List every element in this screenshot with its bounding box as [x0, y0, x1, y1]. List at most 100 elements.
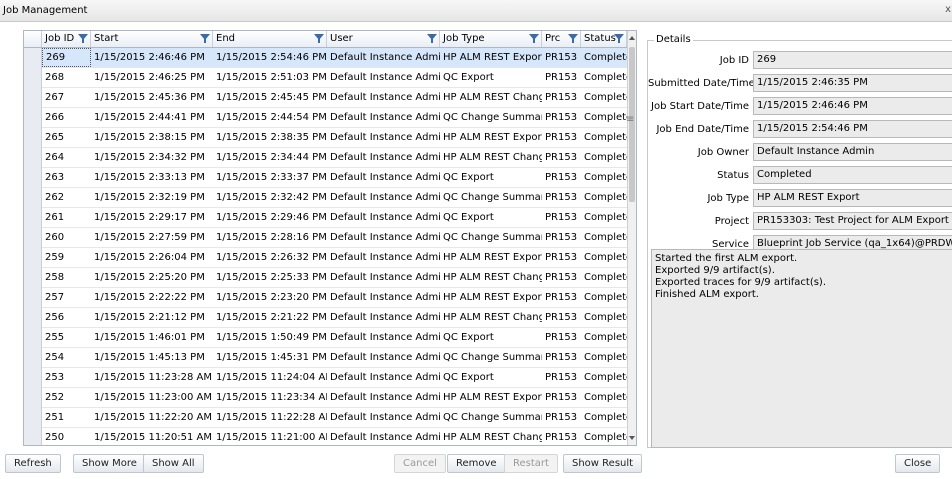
table-row[interactable]: 265 1/15/2015 2:38:15 PM 1/15/2015 2:38:35… [24, 128, 630, 148]
table-row[interactable]: 269 1/15/2015 2:46:46 PM 1/15/2015 2:54:46… [24, 48, 630, 68]
table-cell: 267 [45, 92, 65, 103]
table-cell: Default Instance Admin [330, 212, 440, 223]
table-cell: 1/15/2015 2:21:12 PM [94, 312, 205, 323]
window-close-icon[interactable]: x [945, 4, 951, 15]
detail-label: Project [714, 216, 749, 227]
table-cell: QC Change Summary [443, 232, 542, 243]
detail-value: 1/15/2015 2:46:35 PM [753, 74, 952, 92]
table-row[interactable]: 266 1/15/2015 2:44:41 PM 1/15/2015 2:44:54… [24, 108, 630, 128]
table-cell: 1/15/2015 2:27:59 PM [94, 232, 205, 243]
table-cell: 269 [42, 48, 91, 67]
table-cell: Default Instance Admin [330, 432, 440, 443]
detail-value: 1/15/2015 2:46:46 PM [753, 97, 952, 115]
row-selector[interactable] [24, 408, 42, 428]
table-cell: Default Instance Admin [330, 132, 440, 143]
filter-icon[interactable] [614, 34, 624, 43]
detail-value: 1/15/2015 2:54:46 PM [753, 120, 952, 138]
table-row[interactable]: 267 1/15/2015 2:45:36 PM 1/15/2015 2:45:45… [24, 88, 630, 108]
row-selector[interactable] [24, 348, 42, 368]
table-row[interactable]: 257 1/15/2015 2:22:22 PM 1/15/2015 2:23:20… [24, 288, 630, 308]
refresh-button[interactable]: Refresh [5, 454, 61, 473]
table-cell: PR153 [545, 272, 578, 283]
filter-icon[interactable] [200, 34, 210, 43]
table-cell: 1/15/2015 2:51:03 PM [216, 72, 327, 83]
row-selector[interactable] [24, 248, 42, 268]
table-row[interactable]: 255 1/15/2015 1:46:01 PM 1/15/2015 1:50:49… [24, 328, 630, 348]
show-all-button[interactable]: Show All [143, 454, 204, 473]
row-selector[interactable] [24, 268, 42, 288]
table-row[interactable]: 264 1/15/2015 2:34:32 PM 1/15/2015 2:34:44… [24, 148, 630, 168]
table-cell: Default Instance Admin [330, 272, 440, 283]
table-cell: PR153 [545, 72, 578, 83]
table-cell: 1/15/2015 11:23:28 AM [94, 372, 213, 383]
table-row[interactable]: 251 1/15/2015 11:22:20 AM 1/15/2015 11:22:… [24, 408, 630, 428]
row-selector[interactable] [24, 388, 42, 408]
row-selector[interactable] [24, 328, 42, 348]
table-cell: 1/15/2015 11:24:04 AM [216, 372, 327, 383]
filter-icon[interactable] [529, 34, 539, 43]
row-selector[interactable] [24, 128, 42, 148]
close-button[interactable]: Close [895, 454, 941, 473]
remove-button[interactable]: Remove [447, 454, 506, 473]
cancel-button[interactable]: Cancel [394, 454, 446, 473]
scroll-down-icon[interactable] [629, 436, 635, 440]
row-selector[interactable] [24, 108, 42, 128]
row-selector[interactable] [24, 148, 42, 168]
table-row[interactable]: 259 1/15/2015 2:26:04 PM 1/15/2015 2:26:32… [24, 248, 630, 268]
table-row[interactable]: 253 1/15/2015 11:23:28 AM 1/15/2015 11:24:… [24, 368, 630, 388]
table-row[interactable]: 250 1/15/2015 11:20:51 AM 1/15/2015 11:21:… [24, 428, 630, 445]
table-row[interactable]: 261 1/15/2015 2:29:17 PM 1/15/2015 2:29:46… [24, 208, 630, 228]
row-selector[interactable] [24, 228, 42, 248]
column-header[interactable]: Start [91, 31, 213, 47]
detail-label: Job ID [719, 55, 749, 66]
log-line: Started the first ALM export. [655, 253, 798, 264]
table-row[interactable]: 254 1/15/2015 1:45:13 PM 1/15/2015 1:45:31… [24, 348, 630, 368]
show-more-button[interactable]: Show More [73, 454, 146, 473]
table-row[interactable]: 268 1/15/2015 2:46:25 PM 1/15/2015 2:51:03… [24, 68, 630, 88]
table-cell: PR153 [545, 312, 578, 323]
table-cell: 1/15/2015 2:54:46 PM [216, 52, 327, 63]
row-selector[interactable] [24, 68, 42, 88]
table-row[interactable]: 262 1/15/2015 2:32:19 PM 1/15/2015 2:32:42… [24, 188, 630, 208]
detail-value: PR153303: Test Project for ALM Export [753, 212, 952, 230]
row-selector[interactable] [24, 208, 42, 228]
table-cell: Default Instance Admin [330, 312, 440, 323]
table-row[interactable]: 260 1/15/2015 2:27:59 PM 1/15/2015 2:28:16… [24, 228, 630, 248]
column-header[interactable]: End [213, 31, 327, 47]
column-header[interactable]: Job ID [42, 31, 91, 47]
table-cell: Completed [584, 312, 627, 323]
table-row[interactable]: 256 1/15/2015 2:21:12 PM 1/15/2015 2:21:22… [24, 308, 630, 328]
table-cell: 252 [45, 392, 65, 403]
filter-icon[interactable] [314, 34, 324, 43]
table-row[interactable]: 263 1/15/2015 2:33:13 PM 1/15/2015 2:33:37… [24, 168, 630, 188]
table-cell: 1/15/2015 2:34:32 PM [94, 152, 205, 163]
detail-value: Completed [753, 166, 952, 184]
row-selector[interactable] [24, 428, 42, 445]
filter-icon[interactable] [427, 34, 437, 43]
table-cell: 1/15/2015 2:28:16 PM [216, 232, 327, 243]
row-selector[interactable] [24, 168, 42, 188]
row-selector[interactable] [24, 308, 42, 328]
column-header[interactable]: Job Type [440, 31, 542, 47]
row-selector[interactable] [24, 188, 42, 208]
column-header-label: Prc [545, 33, 561, 44]
restart-button[interactable]: Restart [504, 454, 558, 473]
row-selector[interactable] [24, 288, 42, 308]
table-row[interactable]: 258 1/15/2015 2:25:20 PM 1/15/2015 2:25:33… [24, 268, 630, 288]
row-selector[interactable] [24, 368, 42, 388]
table-cell: Default Instance Admin [330, 52, 440, 63]
column-header[interactable]: Status [581, 31, 627, 47]
filter-icon[interactable] [78, 34, 88, 43]
filter-icon[interactable] [568, 34, 578, 43]
show-result-button[interactable]: Show Result [563, 454, 643, 473]
table-cell: Completed [584, 72, 627, 83]
grid-scrollbar[interactable] [627, 31, 636, 445]
column-header[interactable]: User [327, 31, 440, 47]
table-cell: QC Change Summary [443, 412, 542, 423]
row-selector[interactable] [24, 48, 42, 68]
table-row[interactable]: 252 1/15/2015 11:23:00 AM 1/15/2015 11:23:… [24, 388, 630, 408]
column-header[interactable]: Prc [542, 31, 581, 47]
row-selector[interactable] [24, 88, 42, 108]
scroll-up-icon[interactable] [629, 36, 635, 40]
table-cell: 1/15/2015 2:32:19 PM [94, 192, 205, 203]
